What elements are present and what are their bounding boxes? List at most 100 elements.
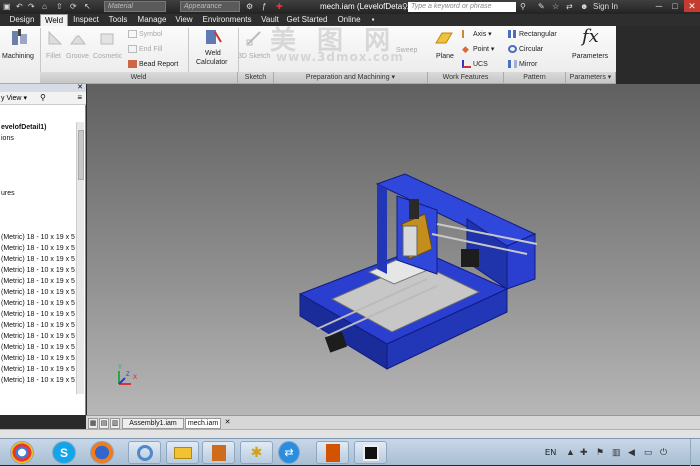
browser-tree-item[interactable]: ures	[1, 190, 15, 198]
adjust-icon[interactable]: ⚙	[246, 1, 253, 12]
tab-design[interactable]: Design	[6, 14, 38, 26]
bead-report-button[interactable]: Bead Report	[128, 60, 178, 69]
browser-scrollbar[interactable]	[76, 122, 84, 394]
exchange-icon[interactable]: ⇄	[566, 1, 573, 12]
chrome-icon[interactable]	[10, 441, 34, 464]
browser-tree-item[interactable]: (Metric) 18 - 10 x 19 x 5	[1, 322, 75, 330]
doc-tab-assembly1[interactable]: Assembly1.iam	[122, 418, 184, 429]
select-icon[interactable]: ↖	[84, 1, 91, 12]
browser-tree-item[interactable]: evelofDetail1)	[1, 124, 47, 132]
tab-view[interactable]: View	[172, 14, 196, 26]
browser-tree-item[interactable]: (Metric) 18 - 10 x 19 x 5	[1, 234, 75, 242]
redo-icon[interactable]: ↷	[28, 1, 35, 12]
sign-in-link[interactable]: Sign In	[593, 1, 618, 12]
update-icon[interactable]: ⟳	[70, 1, 77, 12]
tab-inspect[interactable]: Inspect	[70, 14, 102, 26]
tab-environments[interactable]: Environments	[202, 14, 252, 26]
pdf-icon[interactable]	[316, 441, 349, 464]
flag-icon[interactable]: ⚑	[596, 447, 604, 458]
groove-button[interactable]: Groove	[66, 52, 89, 61]
tray-app-icon[interactable]: ✚	[580, 447, 588, 458]
volume-icon[interactable]: ◀	[628, 447, 635, 458]
browser-tree-item[interactable]: (Metric) 18 - 10 x 19 x 5	[1, 366, 75, 374]
axis-label: Axis	[473, 31, 487, 38]
find-icon[interactable]: ⚲	[40, 93, 46, 102]
mirror-button[interactable]: Mirror	[508, 60, 537, 69]
browser-tree-item[interactable]: (Metric) 18 - 10 x 19 x 5	[1, 256, 75, 264]
tray-show-icon[interactable]: ▲	[566, 447, 575, 457]
machining-button[interactable]: Machining	[2, 52, 34, 61]
search-input[interactable]: Type a keyword or phrase	[408, 2, 516, 12]
browser-tree-item[interactable]: (Metric) 18 - 10 x 19 x 5	[1, 344, 75, 352]
app-menu-icon[interactable]: ▣	[3, 1, 11, 12]
network-icon[interactable]: ▥	[612, 447, 621, 458]
browser-tree-item[interactable]: (Metric) 18 - 10 x 19 x 5	[1, 289, 75, 297]
doc-tab-close-icon[interactable]: ✕	[223, 418, 232, 429]
symbol-button[interactable]: Symbol	[128, 30, 162, 39]
search-icon[interactable]: ⚲	[520, 1, 526, 12]
parameters-button[interactable]: Parameters	[572, 52, 608, 61]
power-icon[interactable]: ⏻	[660, 447, 667, 458]
close-icon[interactable]: ✕	[684, 0, 700, 12]
browser-close-icon[interactable]: ✕	[77, 83, 83, 91]
tab-manage[interactable]: Manage	[136, 14, 168, 26]
tab-cascade-icon[interactable]: ▥	[110, 418, 120, 429]
teamviewer-icon[interactable]: ⇄	[278, 441, 300, 464]
circular-button[interactable]: Circular	[508, 45, 543, 54]
firefox-icon[interactable]	[90, 441, 114, 464]
return-icon[interactable]: ⇧	[56, 1, 63, 12]
rectangular-button[interactable]: Rectangular	[508, 30, 557, 39]
show-desktop-button[interactable]	[690, 439, 700, 466]
appearance-combo[interactable]: Appearance	[180, 1, 240, 12]
minimize-icon[interactable]: ─	[652, 0, 666, 12]
star-icon[interactable]: ☆	[552, 1, 559, 12]
app-glyph	[362, 444, 379, 461]
doc-tab-mech[interactable]: mech.iam	[185, 418, 221, 429]
explorer-icon[interactable]	[166, 441, 199, 464]
status-bar	[0, 429, 700, 438]
view-selector[interactable]: y View ▾	[1, 94, 27, 102]
tab-grid-icon[interactable]: ▦	[88, 418, 98, 429]
assembly-model[interactable]	[87, 84, 700, 415]
maximize-icon[interactable]: □	[668, 0, 682, 12]
crosshair-icon[interactable]: ✚	[276, 1, 283, 12]
media-player-icon[interactable]	[202, 441, 235, 464]
language-indicator[interactable]: EN	[545, 448, 556, 457]
browser-tree-item[interactable]: (Metric) 18 - 10 x 19 x 5	[1, 300, 75, 308]
material-combo[interactable]: Material	[104, 1, 166, 12]
browser-tree-item[interactable]: (Metric) 18 - 10 x 19 x 5	[1, 311, 75, 319]
skype-icon[interactable]: S	[52, 441, 76, 464]
app-icon[interactable]	[354, 441, 387, 464]
battery-icon[interactable]: ▭	[644, 447, 653, 458]
axis-button[interactable]: Axis ▾	[462, 30, 492, 39]
cosmetic-button[interactable]: Cosmetic	[93, 52, 122, 61]
browser-menu-icon[interactable]: ≡	[77, 93, 82, 102]
graphics-viewport[interactable]: X Y Z	[87, 84, 700, 415]
browser-tree-item[interactable]: ions	[1, 135, 14, 143]
weld-calc-line1[interactable]: Weld	[205, 49, 221, 58]
media-icon[interactable]	[128, 441, 161, 464]
browser-tree-item[interactable]: (Metric) 18 - 10 x 19 x 5	[1, 267, 75, 275]
browser-tree-item[interactable]: (Metric) 18 - 10 x 19 x 5	[1, 355, 75, 363]
ucs-button[interactable]: UCS	[462, 60, 488, 69]
browser-tree-item[interactable]: (Metric) 18 - 10 x 19 x 5	[1, 245, 75, 253]
browser-tree-item[interactable]: (Metric) 18 - 10 x 19 x 5	[1, 377, 75, 385]
scrollbar-thumb[interactable]	[78, 130, 84, 180]
fx-icon[interactable]: ƒ	[262, 1, 266, 12]
browser-tree-item[interactable]: (Metric) 18 - 10 x 19 x 5	[1, 333, 75, 341]
tab-tools[interactable]: Tools	[106, 14, 130, 26]
tab-weld[interactable]: Weld	[40, 14, 68, 26]
home-icon[interactable]: ⌂	[42, 1, 47, 12]
inventor-app-icon[interactable]: ✱	[240, 441, 273, 464]
fillet-button[interactable]: Fillet	[46, 52, 61, 61]
weld-calc-line2[interactable]: Calculator	[196, 58, 228, 67]
binoculars-icon[interactable]: ⚲	[402, 1, 408, 12]
undo-icon[interactable]: ↶	[16, 1, 23, 12]
point-button[interactable]: ◆ Point ▾	[462, 45, 494, 54]
sketch-3d-button[interactable]: 3D Sketch	[238, 52, 270, 61]
user-icon[interactable]: ☻	[580, 1, 588, 12]
tab-tile-icon[interactable]: ▤	[99, 418, 109, 429]
tools-icon[interactable]: ✎	[538, 1, 545, 12]
end-fill-button[interactable]: End Fill	[128, 45, 162, 54]
browser-tree-item[interactable]: (Metric) 18 - 10 x 19 x 5	[1, 278, 75, 286]
